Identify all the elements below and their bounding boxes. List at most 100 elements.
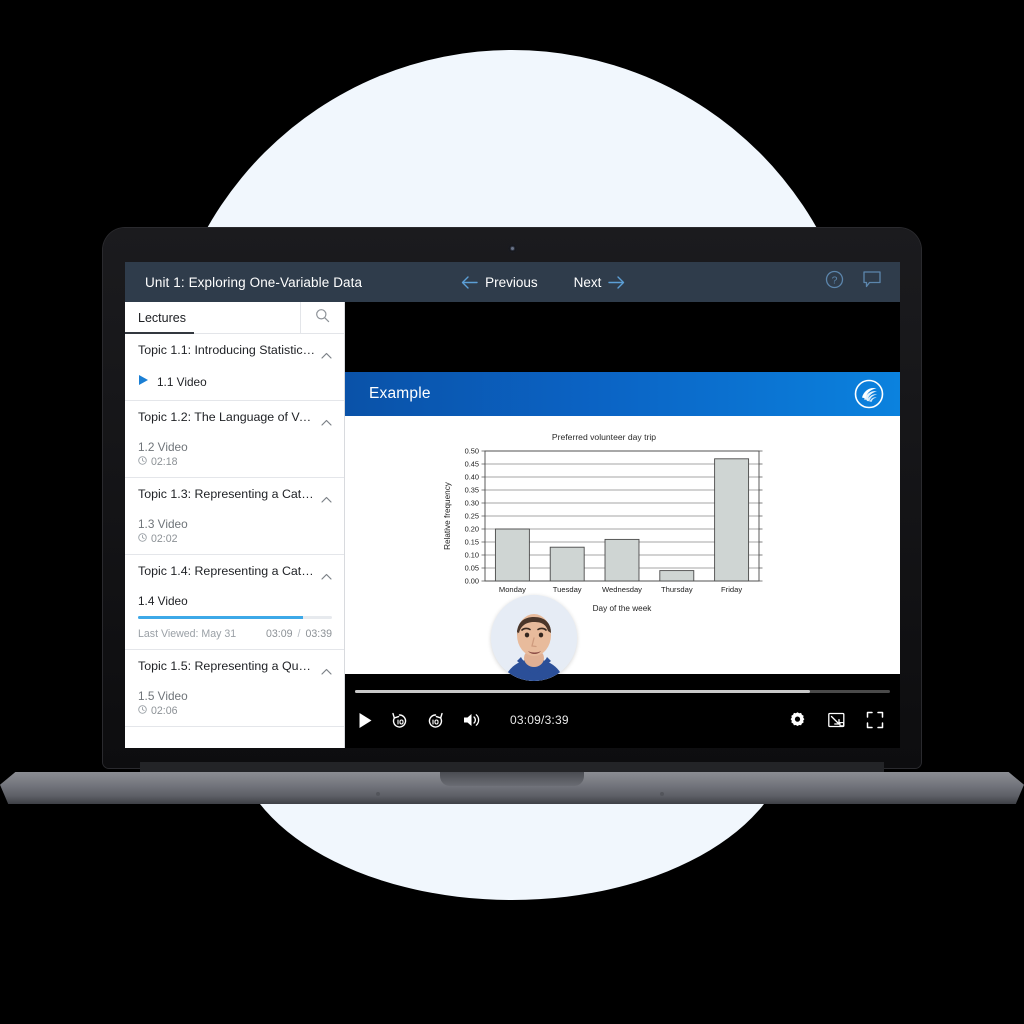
tab-lectures[interactable]: Lectures [125,302,300,334]
svg-text:Relative frequency: Relative frequency [443,481,452,550]
lesson-progress-bar[interactable] [138,616,332,619]
time-separator: / [297,628,301,640]
laptop-screen: Unit 1: Exploring One-Variable Data Prev… [125,262,900,748]
base-screw [660,792,664,796]
lesson-meta: Last Viewed: May 31 03:09 / 03:39 [138,628,332,640]
play-icon[interactable] [358,712,373,729]
svg-text:0.05: 0.05 [465,564,479,573]
comment-bubble-icon[interactable] [862,270,882,294]
topic-title: Topic 1.4: Representing a Categ... [138,564,315,578]
chevron-up-icon[interactable] [321,490,332,508]
lesson-entry[interactable]: 1.1 Video [138,373,332,391]
player-controls: 03:09/3:39 [345,700,900,740]
player-controls-right [788,711,884,730]
topic-title: Topic 1.3: Representing a Categ... [138,487,315,501]
clock-icon [138,533,147,545]
list-item[interactable]: Topic 1.2: The Language of Var... 1.2 Vi… [125,401,344,478]
lesson-label: 1.4 Video [138,594,188,608]
volume-icon[interactable] [462,711,482,729]
app-header: Unit 1: Exploring One-Variable Data Prev… [125,262,900,302]
chevron-up-icon[interactable] [321,346,332,364]
svg-text:0.40: 0.40 [465,473,479,482]
svg-text:Monday: Monday [499,585,526,594]
picture-in-picture-icon[interactable] [827,711,846,730]
previous-label: Previous [485,274,538,290]
clock-icon [138,705,147,717]
lesson-entry[interactable]: 1.4 Video Last Viewed: May 31 03:09 / 03… [138,594,332,640]
list-item[interactable]: Topic 1.5: Representing a Quan... 1.5 Vi… [125,650,344,727]
page-title: Unit 1: Exploring One-Variable Data [145,274,363,290]
lesson-label: 1.5 Video [138,689,188,703]
svg-text:0.50: 0.50 [465,447,479,456]
next-button[interactable]: Next [574,275,626,290]
svg-text:0.45: 0.45 [465,460,479,469]
lesson-duration: 02:02 [138,533,332,545]
chevron-up-icon[interactable] [321,413,332,431]
svg-text:0.10: 0.10 [465,551,479,560]
topic-title: Topic 1.5: Representing a Quan... [138,659,315,673]
svg-text:0.20: 0.20 [465,525,479,534]
chevron-up-icon[interactable] [321,662,332,680]
svg-text:0.15: 0.15 [465,538,479,547]
forward-10-icon[interactable] [426,711,445,730]
lesson-label: 1.2 Video [138,440,188,454]
search-button[interactable] [300,302,344,333]
list-item[interactable]: Topic 1.1: Introducing Statistics: ... 1… [125,334,344,401]
lesson-duration: 02:18 [138,456,332,468]
chevron-up-icon[interactable] [321,567,332,585]
lesson-label: 1.1 Video [157,375,207,389]
header-actions: ? [825,270,882,294]
svg-text:Thursday: Thursday [661,585,693,594]
total-time: 03:39 [305,628,332,640]
laptop-mockup: Unit 1: Exploring One-Variable Data Prev… [0,0,1024,1024]
topic-title: Topic 1.2: The Language of Var... [138,410,315,424]
next-label: Next [573,274,602,290]
arrow-right-icon [608,275,625,289]
svg-text:?: ? [832,275,838,287]
svg-text:0.25: 0.25 [465,512,479,521]
svg-text:0.35: 0.35 [465,486,479,495]
list-item[interactable]: Topic 1.4: Representing a Categ... 1.4 V… [125,555,344,650]
base-screw [376,792,380,796]
rewind-10-icon[interactable] [390,711,409,730]
gear-icon[interactable] [788,711,807,730]
svg-text:Wednesday: Wednesday [602,585,642,594]
lectures-sidebar: Lectures Topic 1.1: Introducing Statisti… [125,302,345,748]
slide-title: Example [369,385,431,402]
tab-lectures-label: Lectures [138,310,186,325]
clock-icon [138,456,147,468]
play-icon [138,373,149,391]
arrow-left-icon [461,275,478,289]
topic-header[interactable]: Topic 1.2: The Language of Var... [138,410,332,431]
svg-text:Tuesday: Tuesday [553,585,582,594]
help-circle-icon[interactable]: ? [825,270,844,294]
sidebar-tabbar: Lectures [125,302,344,334]
list-item[interactable]: Topic 1.3: Representing a Categ... 1.3 V… [125,478,344,555]
topic-header[interactable]: Topic 1.5: Representing a Quan... [138,659,332,680]
player-progress-track[interactable] [355,690,890,693]
lesson-entry[interactable]: 1.2 Video 02:18 [138,440,332,468]
presenter-video-bubble[interactable] [491,595,577,681]
lecture-slide: Example Preferred volunteer day trip 0.0… [345,372,900,681]
topic-title: Topic 1.1: Introducing Statistics: ... [138,343,315,357]
previous-button[interactable]: Previous [461,275,538,290]
swirl-brand-logo-icon [854,379,884,414]
laptop-base-notch [440,772,584,786]
chart-title: Preferred volunteer day trip [551,432,657,442]
duration-text: 02:06 [151,705,178,717]
time-display: 03:09/3:39 [510,713,569,727]
topic-header[interactable]: Topic 1.4: Representing a Categ... [138,564,332,585]
lesson-duration: 02:06 [138,705,332,717]
player-controls-left: 03:09/3:39 [358,711,569,730]
svg-text:0.30: 0.30 [465,499,479,508]
svg-text:Day of the week: Day of the week [593,604,653,613]
avatar [491,595,577,681]
topic-header[interactable]: Topic 1.1: Introducing Statistics: ... [138,343,332,364]
player-progress-fill [355,690,810,693]
lesson-entry[interactable]: 1.3 Video 02:02 [138,517,332,545]
topic-header[interactable]: Topic 1.3: Representing a Categ... [138,487,332,508]
svg-text:0.00: 0.00 [465,577,479,586]
fullscreen-icon[interactable] [866,711,884,729]
last-viewed-text: Last Viewed: May 31 [138,628,237,640]
lesson-entry[interactable]: 1.5 Video 02:06 [138,689,332,717]
